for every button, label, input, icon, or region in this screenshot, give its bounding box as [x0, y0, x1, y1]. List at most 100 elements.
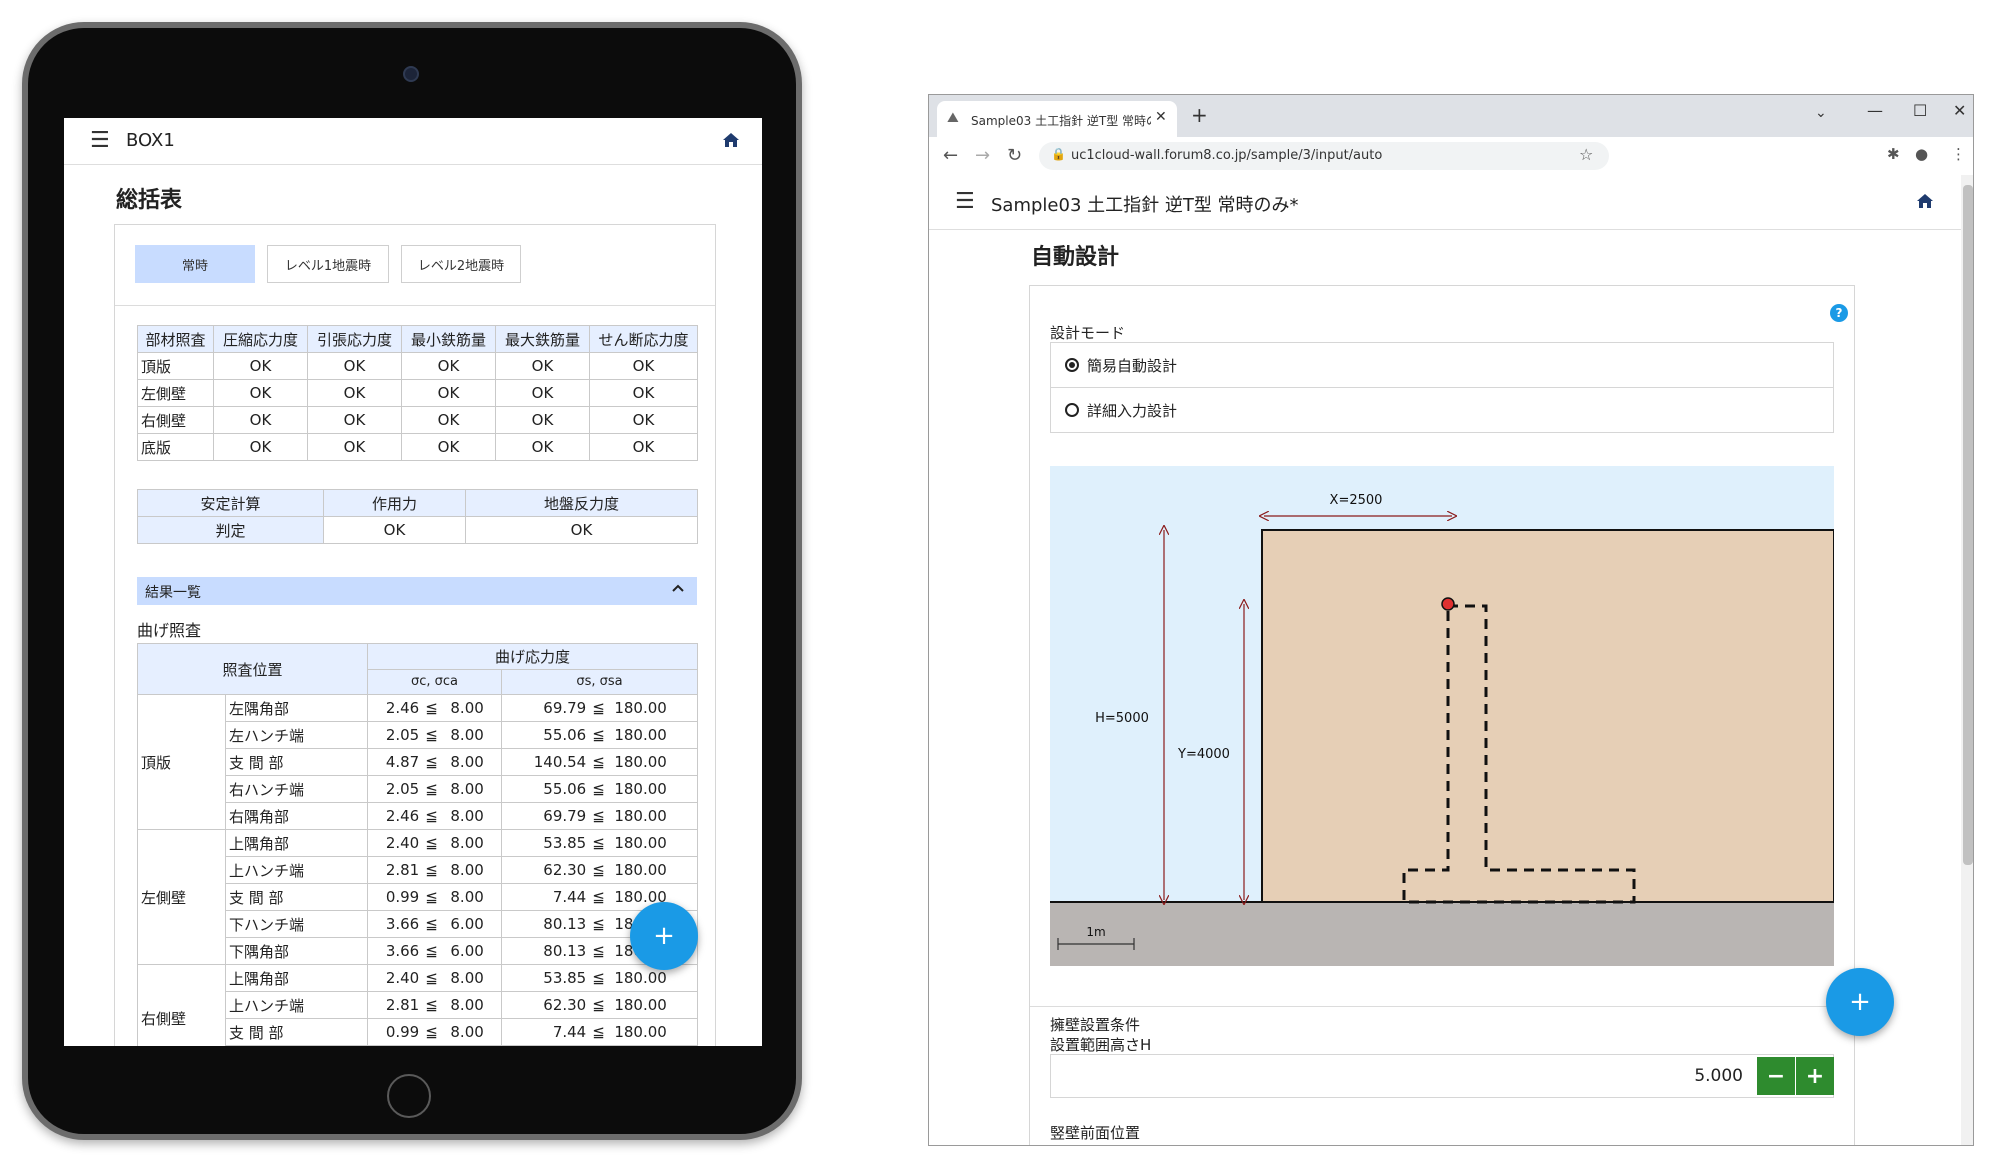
allowable-value: 8.00	[450, 888, 484, 906]
accordion-label: 結果一覧	[145, 585, 201, 601]
maximize-icon[interactable]: ☐	[1913, 101, 1927, 120]
table-cell: OK	[401, 352, 496, 380]
table-cell: OK	[589, 379, 698, 407]
minimize-icon[interactable]: —	[1867, 101, 1883, 120]
table-header-row: 部材照査 圧縮応力度 引張応力度 最小鉄筋量 最大鉄筋量 せん断応力度	[137, 325, 698, 353]
table-header: 部材照査	[137, 325, 214, 353]
member-group-label: 頂版	[137, 694, 226, 830]
stress-cell: 3.66 ≦ 6.00	[367, 910, 503, 938]
table-cell: OK	[213, 352, 308, 380]
table-cell: OK	[495, 433, 590, 461]
allowable-value: 180.00	[614, 996, 667, 1014]
section-label: 擁壁設置条件	[1050, 1016, 1141, 1034]
stress-cell: 55.06 ≦ 180.00	[501, 775, 699, 803]
le-symbol: ≦	[425, 861, 438, 879]
stress-value: 2.81	[385, 996, 420, 1014]
stress-cell: 69.79 ≦ 180.00	[501, 694, 699, 722]
profile-icon[interactable]: ●	[1915, 145, 1928, 163]
url-text: uc1cloud-wall.forum8.co.jp/sample/3/inpu…	[1071, 148, 1383, 163]
tab-level2-earthquake[interactable]: レベル2地震時	[401, 245, 521, 283]
table-cell: OK	[495, 352, 590, 380]
retaining-wall-diagram: X=2500 H=5000 Y=4000 1m	[1050, 466, 1834, 966]
stress-cell: 62.30 ≦ 180.00	[501, 991, 699, 1019]
design-mode-label: 設計モード	[1050, 324, 1126, 342]
tablet-home-button[interactable]	[387, 1074, 431, 1118]
stress-cell: 55.06 ≦ 180.00	[501, 721, 699, 749]
allowable-value: 8.00	[450, 861, 484, 879]
extensions-icon[interactable]: ✱	[1887, 145, 1900, 163]
stress-cell: 69.79 ≦ 180.00	[501, 802, 699, 830]
stress-value: 80.13	[543, 942, 587, 960]
allowable-value: 6.00	[450, 915, 484, 933]
page-content: ☰ Sample03 土工指針 逆T型 常時のみ* 自動設計 ? 設計モード 簡…	[929, 175, 1961, 1145]
stress-value: 140.54	[533, 753, 587, 771]
allowable-value: 8.00	[450, 726, 484, 744]
option-detailed-input[interactable]: 詳細入力設計	[1050, 387, 1834, 433]
allowable-value: 180.00	[614, 834, 667, 852]
page-heading: 総括表	[116, 188, 183, 213]
results-accordion-header[interactable]: 結果一覧	[137, 577, 697, 605]
browser-tab-strip: ⛰ Sample03 土工指針 逆T型 常時のみ ✕ + ⌄ — ☐ ✕	[929, 95, 1973, 137]
le-symbol: ≦	[425, 753, 438, 771]
back-icon[interactable]: ←	[943, 145, 958, 166]
table-cell: OK	[213, 433, 308, 461]
stress-cell: 2.46 ≦ 8.00	[367, 694, 503, 722]
table-cell: OK	[213, 406, 308, 434]
table-row: 頂版 OK OK OK OK OK	[137, 352, 698, 380]
radio-unselected[interactable]	[1065, 403, 1079, 417]
field-label: 設置範囲高さH	[1050, 1036, 1152, 1054]
bookmark-star-icon[interactable]: ☆	[1579, 145, 1593, 164]
check-position: 支 間 部	[224, 748, 369, 776]
table-cell: OK	[307, 352, 402, 380]
home-icon[interactable]	[1916, 193, 1934, 209]
tablet-camera	[403, 66, 419, 82]
allowable-value: 8.00	[450, 780, 484, 798]
address-bar[interactable]: 🔒 uc1cloud-wall.forum8.co.jp/sample/3/in…	[1039, 142, 1609, 170]
more-menu-icon[interactable]: ⋮	[1951, 145, 1966, 163]
le-symbol: ≦	[592, 915, 605, 933]
ground-area	[1050, 902, 1834, 966]
decrement-button[interactable]: −	[1757, 1057, 1795, 1095]
stress-value: 4.87	[385, 753, 420, 771]
forward-icon[interactable]: →	[975, 145, 990, 166]
table-header: σc, σca	[367, 668, 503, 695]
height-input[interactable]: 5.000 m − +	[1050, 1054, 1834, 1098]
height-value[interactable]: 5.000	[1671, 1066, 1743, 1086]
tab-level1-earthquake[interactable]: レベル1地震時	[267, 245, 389, 283]
browser-tab[interactable]: ⛰ Sample03 土工指針 逆T型 常時のみ ✕	[937, 101, 1177, 137]
table-row: 判定 OK OK	[137, 516, 698, 544]
new-tab-icon[interactable]: +	[1191, 103, 1208, 127]
y-dimension-label: Y=4000	[1177, 747, 1230, 762]
reload-icon[interactable]: ↻	[1007, 145, 1022, 166]
stress-cell: 2.40 ≦ 8.00	[367, 829, 503, 857]
menu-icon[interactable]: ☰	[90, 128, 110, 153]
tab-normal[interactable]: 常時	[135, 245, 255, 283]
row-label: 底版	[137, 433, 214, 461]
stress-value: 69.79	[543, 699, 587, 717]
stress-cell: 2.81 ≦ 8.00	[367, 856, 503, 884]
tab-search-icon[interactable]: ⌄	[1815, 105, 1827, 121]
stress-value: 55.06	[543, 780, 587, 798]
check-position: 上隅角部	[224, 964, 369, 992]
close-tab-icon[interactable]: ✕	[1155, 109, 1167, 125]
stress-value: 2.46	[385, 699, 420, 717]
option-simple-auto[interactable]: 簡易自動設計	[1050, 342, 1834, 388]
check-position: 左隅角部	[224, 694, 369, 722]
radio-selected[interactable]	[1065, 358, 1079, 372]
close-window-icon[interactable]: ✕	[1953, 101, 1966, 120]
home-icon[interactable]	[722, 132, 740, 148]
increment-button[interactable]: +	[1796, 1057, 1834, 1095]
le-symbol: ≦	[592, 996, 605, 1014]
member-group-label: 左側壁	[137, 829, 226, 965]
favicon-icon: ⛰	[947, 110, 959, 126]
menu-icon[interactable]: ☰	[955, 189, 975, 214]
table-header: せん断応力度	[589, 325, 698, 353]
stress-cell: 2.05 ≦ 8.00	[367, 721, 503, 749]
table-row: 左側壁 上隅角部 2.40 ≦ 8.00 53.85 ≦ 180.00	[137, 829, 699, 965]
scrollbar-thumb[interactable]	[1963, 185, 1973, 865]
add-fab-button[interactable]: +	[1826, 968, 1894, 1036]
stress-cell: 2.46 ≦ 8.00	[367, 802, 503, 830]
check-position: 上ハンチ端	[224, 991, 369, 1019]
help-icon[interactable]: ?	[1830, 304, 1848, 322]
tablet-add-fab[interactable]: +	[630, 902, 698, 970]
